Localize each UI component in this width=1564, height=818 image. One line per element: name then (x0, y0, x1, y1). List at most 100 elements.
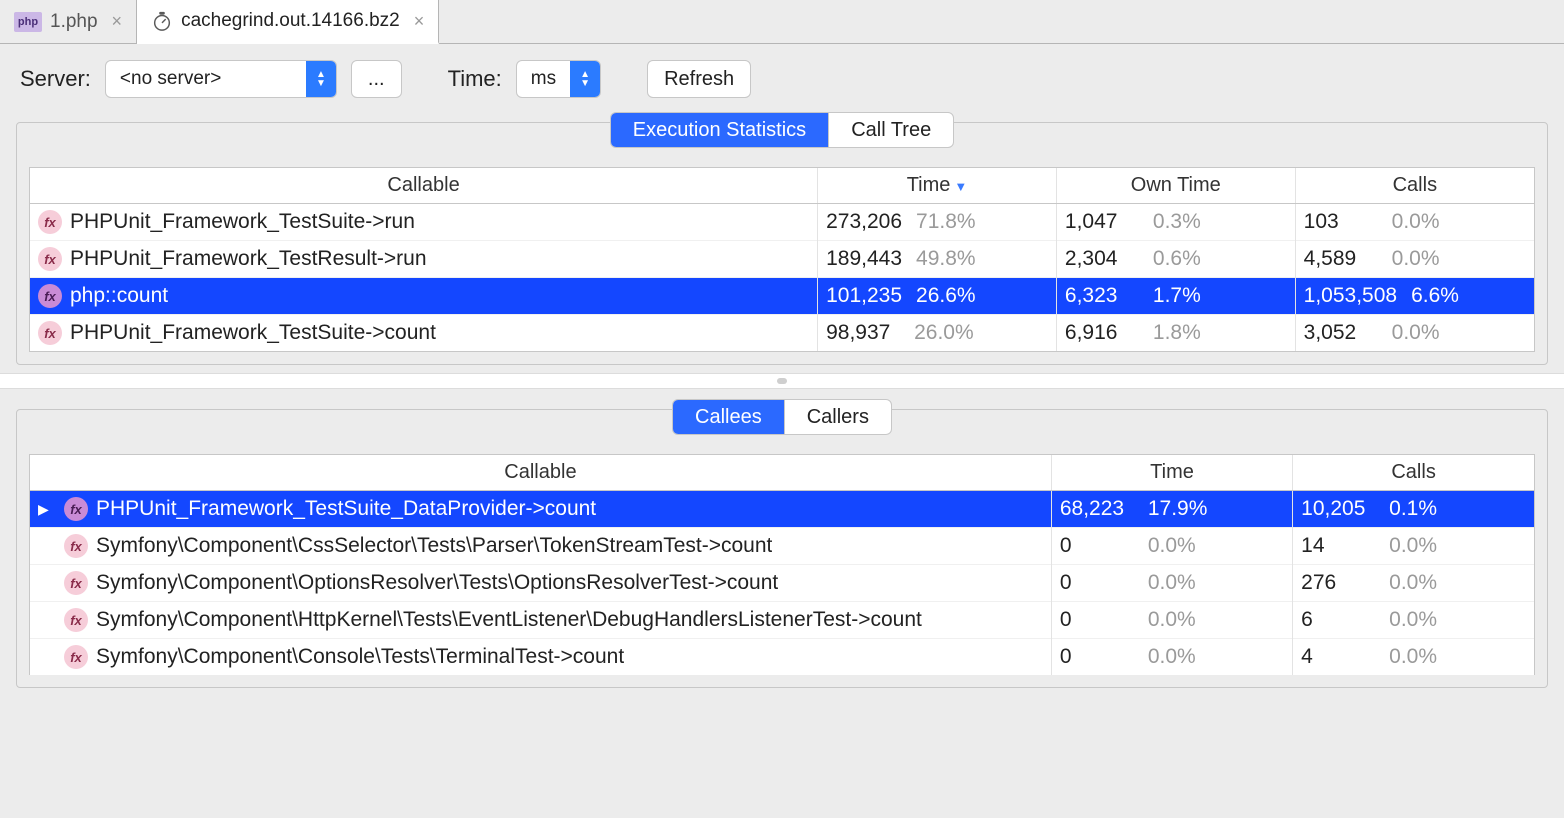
stopwatch-icon (151, 10, 173, 32)
tab-callees[interactable]: Callees (673, 400, 784, 434)
callable-name: php::count (70, 284, 168, 308)
calls-pct: 0.0% (1392, 247, 1440, 271)
editor-tabs: php 1.php × cachegrind.out.14166.bz2 × (0, 0, 1564, 44)
calls-pct: 0.0% (1392, 321, 1440, 345)
server-label: Server: (20, 66, 91, 92)
dropdown-stepper-icon: ▲▼ (570, 61, 600, 97)
time-pct: 49.8% (916, 247, 976, 271)
tab-execution-statistics[interactable]: Execution Statistics (611, 113, 828, 147)
function-icon: fx (64, 571, 88, 595)
view-tabs: Execution Statistics Call Tree (610, 112, 954, 148)
calls-value: 103 (1304, 210, 1378, 234)
callable-name: Symfony\Component\HttpKernel\Tests\Event… (96, 608, 922, 632)
tab-call-tree[interactable]: Call Tree (828, 113, 953, 147)
tab-label: Callees (695, 406, 762, 429)
calls-pct: 6.6% (1411, 284, 1459, 308)
tab-callers[interactable]: Callers (784, 400, 891, 434)
table-row[interactable]: fxPHPUnit_Framework_TestSuite->run273,20… (30, 204, 1534, 241)
dropdown-stepper-icon: ▲▼ (306, 61, 336, 97)
col-time[interactable]: Time (1051, 455, 1292, 491)
file-tab-1php[interactable]: php 1.php × (0, 0, 137, 43)
table-row[interactable]: fxSymfony\Component\CssSelector\Tests\Pa… (30, 528, 1534, 565)
split-handle[interactable] (0, 373, 1564, 389)
ellipsis-label: ... (368, 68, 385, 91)
calls-value: 6 (1301, 608, 1375, 632)
time-pct: 0.0% (1148, 571, 1196, 595)
col-own-time[interactable]: Own Time (1056, 168, 1295, 204)
file-tab-cachegrind[interactable]: cachegrind.out.14166.bz2 × (137, 0, 439, 44)
time-unit-select[interactable]: ms ▲▼ (516, 60, 601, 98)
time-pct: 17.9% (1148, 497, 1208, 521)
own-time-value: 6,916 (1065, 321, 1139, 345)
own-time-pct: 0.3% (1153, 210, 1201, 234)
callable-name: PHPUnit_Framework_TestResult->run (70, 247, 427, 271)
time-value: 98,937 (826, 321, 900, 345)
tab-label: Call Tree (851, 119, 931, 142)
server-select[interactable]: <no server> ▲▼ (105, 60, 337, 98)
time-value: 68,223 (1060, 497, 1134, 521)
table-row[interactable]: fxPHPUnit_Framework_TestSuite->count98,9… (30, 315, 1534, 352)
time-value: 0 (1060, 608, 1134, 632)
expand-arrow-icon[interactable]: ▶ (38, 501, 56, 518)
time-pct: 26.6% (916, 284, 976, 308)
calls-value: 4,589 (1304, 247, 1378, 271)
time-value: 0 (1060, 571, 1134, 595)
time-unit-value: ms (517, 68, 570, 90)
col-time[interactable]: Time▼ (818, 168, 1057, 204)
table-header-row: Callable Time Calls (30, 455, 1534, 491)
calls-value: 1,053,508 (1304, 284, 1397, 308)
sort-desc-icon: ▼ (954, 179, 967, 194)
time-pct: 26.0% (914, 321, 974, 345)
stats-table: Callable Time▼ Own Time Calls fxPHPUnit_… (30, 168, 1534, 351)
table-row[interactable]: fxPHPUnit_Framework_TestResult->run189,4… (30, 241, 1534, 278)
calls-value: 10,205 (1301, 497, 1375, 521)
table-row[interactable]: fxSymfony\Component\Console\Tests\Termin… (30, 639, 1534, 676)
callable-name: PHPUnit_Framework_TestSuite_DataProvider… (96, 497, 596, 521)
file-tab-label: cachegrind.out.14166.bz2 (181, 10, 400, 32)
callable-name: Symfony\Component\CssSelector\Tests\Pars… (96, 534, 772, 558)
calls-pct: 0.0% (1389, 571, 1437, 595)
table-header-row: Callable Time▼ Own Time Calls (30, 168, 1534, 204)
own-time-value: 6,323 (1065, 284, 1139, 308)
function-icon: fx (38, 284, 62, 308)
calls-pct: 0.0% (1389, 608, 1437, 632)
time-pct: 71.8% (916, 210, 976, 234)
col-callable[interactable]: Callable (30, 168, 818, 204)
calls-value: 276 (1301, 571, 1375, 595)
table-row[interactable]: fxSymfony\Component\OptionsResolver\Test… (30, 565, 1534, 602)
calls-value: 4 (1301, 645, 1375, 669)
detail-tabs: Callees Callers (672, 399, 892, 435)
statistics-panel: Callable Time▼ Own Time Calls fxPHPUnit_… (16, 122, 1548, 365)
col-calls[interactable]: Calls (1295, 168, 1534, 204)
calls-value: 3,052 (1304, 321, 1378, 345)
close-icon[interactable]: × (414, 11, 425, 32)
table-row[interactable]: fx Symfony\Component\HttpKernel\Tests\Eve… (30, 602, 1534, 639)
time-value: 0 (1060, 645, 1134, 669)
table-row[interactable]: ▶fxPHPUnit_Framework_TestSuite_DataProvi… (30, 491, 1534, 528)
server-select-value: <no server> (106, 68, 306, 90)
grip-icon (777, 378, 787, 384)
php-file-icon: php (14, 12, 42, 32)
function-icon: fx (38, 210, 62, 234)
callees-panel: Callable Time Calls ▶fxPHPUnit_Framework… (16, 409, 1548, 688)
calls-pct: 0.0% (1389, 534, 1437, 558)
refresh-label: Refresh (664, 68, 734, 91)
function-icon: fx (38, 321, 62, 345)
close-icon[interactable]: × (112, 11, 123, 32)
own-time-value: 2,304 (1065, 247, 1139, 271)
refresh-button[interactable]: Refresh (647, 60, 751, 98)
col-callable[interactable]: Callable (30, 455, 1051, 491)
function-icon: fx (64, 645, 88, 669)
calls-pct: 0.0% (1392, 210, 1440, 234)
time-pct: 0.0% (1148, 645, 1196, 669)
time-label: Time: (448, 66, 502, 92)
function-icon: fx (64, 608, 88, 632)
own-time-pct: 1.8% (1153, 321, 1201, 345)
table-row[interactable]: fxphp::count101,23526.6%6,3231.7%1,053,5… (30, 278, 1534, 315)
own-time-value: 1,047 (1065, 210, 1139, 234)
server-browse-button[interactable]: ... (351, 60, 402, 98)
time-value: 273,206 (826, 210, 902, 234)
calls-value: 14 (1301, 534, 1375, 558)
time-pct: 0.0% (1148, 534, 1196, 558)
col-calls[interactable]: Calls (1293, 455, 1534, 491)
